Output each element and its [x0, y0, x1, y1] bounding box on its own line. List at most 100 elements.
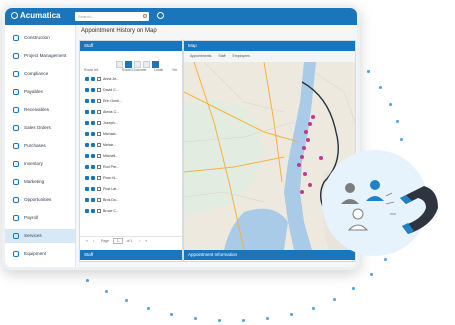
checkbox[interactable]	[91, 77, 95, 81]
export-button[interactable]	[143, 61, 150, 68]
list-item[interactable]: Bruce C...	[83, 207, 178, 216]
checkbox[interactable]	[91, 154, 95, 158]
search-input[interactable]: Search...	[75, 12, 149, 21]
sidebar-item-receivables[interactable]: Receivables	[5, 103, 75, 117]
sidebar-item-construction[interactable]: Construction	[5, 31, 75, 45]
fit-button[interactable]	[134, 61, 141, 68]
sidebar-item-services[interactable]: Services	[5, 229, 75, 243]
expand-icon[interactable]	[85, 99, 89, 103]
checkbox[interactable]	[91, 165, 95, 169]
staff-footer[interactable]: Staff	[80, 250, 182, 260]
list-item[interactable]: Meirar...	[83, 141, 178, 150]
list-item[interactable]: Anna Je...	[83, 75, 178, 84]
checkbox[interactable]	[91, 110, 95, 114]
page-count: of 1	[126, 239, 133, 243]
checkbox[interactable]	[91, 143, 95, 147]
expand-icon[interactable]	[85, 165, 89, 169]
expand-icon[interactable]	[85, 88, 89, 92]
map-panel-header[interactable]: Map	[184, 41, 355, 51]
compliance-icon	[13, 71, 19, 77]
search-icon[interactable]	[143, 14, 147, 18]
history-icon[interactable]	[157, 12, 164, 19]
checkbox[interactable]	[91, 176, 95, 180]
list-item[interactable]: Alexis C...	[83, 108, 178, 117]
checkbox[interactable]	[91, 121, 95, 125]
sidebar-item-equipment[interactable]: Equipment	[5, 247, 75, 261]
column-header[interactable]: Locati	[154, 68, 163, 72]
checkbox[interactable]	[91, 187, 95, 191]
sidebar-item-project-management[interactable]: Project Management	[5, 49, 75, 63]
search-placeholder: Search...	[78, 14, 95, 19]
expand-icon[interactable]	[85, 209, 89, 213]
checkbox[interactable]	[97, 77, 101, 81]
select-button[interactable]	[125, 61, 132, 68]
sales-orders-icon	[13, 125, 19, 131]
list-item[interactable]: Post Lar...	[83, 185, 178, 194]
expand-icon[interactable]	[85, 176, 89, 180]
sidebar-item-compliance[interactable]: Compliance	[5, 67, 75, 81]
list-item[interactable]: Michael...	[83, 130, 178, 139]
checkbox[interactable]	[97, 121, 101, 125]
list-item[interactable]: Rod Pre...	[83, 163, 178, 172]
construction-icon	[13, 35, 19, 41]
refresh-button[interactable]	[116, 61, 123, 68]
pager: « ‹ Page 1 of 1 › »	[80, 236, 182, 246]
expand-icon[interactable]	[85, 121, 89, 125]
top-bar: Acumatica Search...	[5, 8, 357, 25]
expand-icon[interactable]	[85, 132, 89, 136]
list-item[interactable]: Joseph...	[83, 119, 178, 128]
checkbox[interactable]	[97, 198, 101, 202]
checkbox[interactable]	[91, 209, 95, 213]
checkbox[interactable]	[97, 88, 101, 92]
last-page-icon[interactable]: »	[145, 239, 147, 243]
illustration-circle	[322, 150, 428, 256]
map-filter-staff[interactable]: Staff	[218, 54, 225, 58]
checkbox[interactable]	[97, 99, 101, 103]
expand-icon[interactable]	[85, 154, 89, 158]
column-header[interactable]: Ver	[172, 68, 177, 72]
checkbox[interactable]	[97, 132, 101, 136]
sidebar-item-sales-orders[interactable]: Sales Orders	[5, 121, 75, 135]
checkbox[interactable]	[97, 143, 101, 147]
sidebar-item-marketing[interactable]: Marketing	[5, 175, 75, 189]
expand-icon[interactable]	[85, 187, 89, 191]
logo[interactable]: Acumatica	[11, 11, 60, 20]
filter-button[interactable]	[152, 61, 159, 68]
column-header[interactable]: Route ref.	[84, 68, 99, 72]
prev-page-icon[interactable]: ‹	[93, 239, 94, 243]
project-icon	[13, 53, 19, 59]
checkbox[interactable]	[91, 88, 95, 92]
expand-icon[interactable]	[85, 143, 89, 147]
equipment-icon	[13, 251, 19, 257]
expand-icon[interactable]	[85, 110, 89, 114]
list-item[interactable]: David C...	[83, 86, 178, 95]
first-page-icon[interactable]: «	[86, 239, 88, 243]
map-filter-appointments[interactable]: Appointments	[190, 54, 211, 58]
checkbox[interactable]	[97, 176, 101, 180]
checkbox[interactable]	[91, 198, 95, 202]
checkbox[interactable]	[97, 154, 101, 158]
checkbox[interactable]	[97, 187, 101, 191]
sidebar-item-payroll[interactable]: Payroll	[5, 211, 75, 225]
expand-icon[interactable]	[85, 198, 89, 202]
checkbox[interactable]	[91, 99, 95, 103]
map-filter-employees[interactable]: Employees	[233, 54, 250, 58]
next-page-icon[interactable]: ›	[139, 239, 140, 243]
checkbox[interactable]	[91, 132, 95, 136]
checkbox[interactable]	[97, 110, 101, 114]
opportunities-icon	[13, 197, 19, 203]
sidebar-item-opportunities[interactable]: Opportunities	[5, 193, 75, 207]
sidebar-item-purchases[interactable]: Purchases	[5, 139, 75, 153]
staff-panel-header[interactable]: Staff	[80, 41, 182, 51]
page-input[interactable]: 1	[112, 238, 123, 244]
list-item[interactable]: Poon N...	[83, 174, 178, 183]
column-header[interactable]: Route/Customer	[122, 68, 147, 72]
expand-icon[interactable]	[85, 77, 89, 81]
list-item[interactable]: Mitchell...	[83, 152, 178, 161]
list-item[interactable]: Erin Greel...	[83, 97, 178, 106]
sidebar-item-payables[interactable]: Payables	[5, 85, 75, 99]
checkbox[interactable]	[97, 165, 101, 169]
checkbox[interactable]	[97, 209, 101, 213]
list-item[interactable]: Bros Du...	[83, 196, 178, 205]
sidebar-item-inventory[interactable]: Inventory	[5, 157, 75, 171]
